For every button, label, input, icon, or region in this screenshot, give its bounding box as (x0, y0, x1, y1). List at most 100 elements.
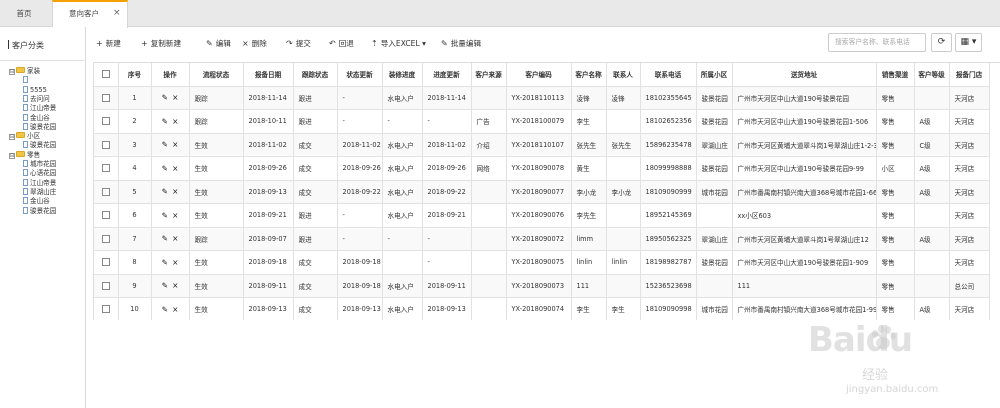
table-row[interactable]: 1 ✎ × 跟踪 2018-11-14 跟进 - 水电入户 2018-11-14 YX-2018… (94, 86, 990, 110)
column-header[interactable]: 流程状态 (189, 63, 244, 87)
columns-toggle-button[interactable]: ▦ ▾ (955, 33, 982, 52)
column-header[interactable]: 报备门店 (949, 63, 990, 87)
batch-edit-button[interactable]: ✎ 批量编辑 (441, 36, 481, 52)
tree-label: 骏景花园 (30, 122, 57, 131)
import-excel-button[interactable]: ⇡ 导入EXCEL ▾ (371, 36, 426, 52)
row-checkbox-cell[interactable] (94, 156, 119, 181)
row-checkbox[interactable] (101, 281, 110, 290)
submit-button[interactable]: ↷ 提交 (286, 36, 311, 52)
collapse-toggle-icon[interactable]: ⊟ (9, 69, 15, 75)
close-icon[interactable]: × (113, 0, 121, 27)
column-header[interactable]: 进度更新 (422, 63, 472, 87)
search-input[interactable]: 搜索客户名称、联系电话 (828, 33, 926, 52)
copy-new-button[interactable]: + 复制新建 (141, 36, 181, 52)
tree-folder[interactable]: ⊟ 家装 (9, 67, 40, 76)
row-checkbox-cell[interactable] (94, 297, 119, 320)
column-header[interactable]: 联系人 (606, 63, 641, 87)
delete-icon[interactable]: × (172, 258, 178, 267)
delete-icon[interactable]: × (172, 117, 178, 126)
tree-leaf[interactable]: 心语花园 (23, 169, 56, 178)
column-header[interactable]: 序号 (118, 63, 152, 87)
column-header[interactable]: 客户来源 (471, 63, 507, 87)
table-row[interactable]: 7 ✎ × 跟踪 2018-09-07 跟进 - - - YX-2018090072 limm 18… (94, 227, 990, 251)
rollback-button[interactable]: ↶ 回退 (329, 36, 354, 52)
row-checkbox[interactable] (101, 258, 110, 267)
column-header[interactable]: 客户编码 (506, 63, 572, 87)
delete-icon[interactable]: × (172, 140, 178, 149)
row-checkbox[interactable] (101, 93, 110, 102)
row-checkbox-cell[interactable] (94, 274, 119, 298)
tree-leaf[interactable]: 骏景花园 (23, 122, 57, 132)
collapse-toggle-icon[interactable]: ⊟ (9, 134, 15, 141)
row-checkbox[interactable] (101, 187, 110, 196)
row-checkbox[interactable] (101, 305, 110, 314)
table-row[interactable]: 2 ✎ × 跟踪 2018-10-11 跟进 - - - 广告 YX-2018100079 李生 18… (94, 109, 990, 134)
delete-button[interactable]: × 删除 (242, 36, 267, 52)
row-checkbox-cell[interactable] (94, 227, 119, 251)
delete-icon[interactable]: × (172, 305, 178, 314)
row-actions: ✎ × (151, 156, 190, 181)
row-checkbox[interactable] (101, 117, 110, 126)
delete-icon[interactable]: × (172, 164, 178, 173)
delete-icon[interactable]: × (172, 281, 178, 290)
column-header[interactable]: 装修进度 (382, 63, 423, 87)
row-checkbox-cell[interactable] (94, 180, 119, 204)
table-row[interactable]: 6 ✎ × 生效 2018-09-21 跟进 - 水电入户 2018-09-21 YX-2018… (94, 203, 990, 228)
tree-leaf[interactable]: 城市花园 (23, 160, 56, 169)
row-checkbox[interactable] (101, 234, 110, 243)
row-checkbox-cell[interactable] (94, 86, 119, 110)
table-row[interactable]: 4 ✎ × 生效 2018-09-26 成交 2018-09-26 水电入户 2018-09-… (94, 156, 990, 181)
tree-folder[interactable]: ⊟ 小区 (9, 132, 40, 141)
select-all-checkbox[interactable] (101, 70, 110, 79)
collapse-toggle-icon[interactable]: ⊟ (9, 152, 15, 159)
tree-leaf[interactable]: 骏景花园 (23, 141, 56, 150)
new-button[interactable]: + 新建 (96, 36, 121, 52)
row-checkbox-cell[interactable] (94, 109, 119, 134)
row-checkbox-cell[interactable] (94, 203, 119, 228)
tree-leaf[interactable]: 江山帝景 (23, 104, 56, 113)
delete-icon[interactable]: × (172, 211, 178, 220)
tree-leaf[interactable]: 5555 (23, 85, 47, 95)
tree-leaf[interactable]: 金山谷 (23, 197, 50, 206)
table-row[interactable]: 9 ✎ × 生效 2018-09-11 成交 2018-09-18 水电入户 2018-09-… (94, 274, 990, 298)
table-row[interactable]: 5 ✎ × 生效 2018-09-13 成交 2018-09-22 水电入户 2018-09-… (94, 180, 990, 204)
table-row[interactable]: 8 ✎ × 生效 2018-09-18 成交 2018-09-18- YX-20180900… (94, 250, 990, 275)
row-checkbox[interactable] (101, 211, 110, 220)
select-all-checkbox-cell[interactable] (94, 63, 119, 87)
column-header[interactable]: 客户名称 (571, 63, 607, 87)
tree-folder[interactable]: ⊟ 零售 (9, 150, 40, 160)
tree-leaf[interactable]: 去问问 (23, 94, 50, 104)
tree-leaf[interactable]: 金山谷 (23, 113, 50, 123)
delete-icon[interactable]: × (172, 234, 178, 243)
table-cell: limm (571, 227, 607, 251)
tab-home[interactable]: 首页 (0, 0, 48, 27)
column-header[interactable]: 所属小区 (696, 63, 733, 87)
tree-leaf[interactable] (23, 76, 30, 85)
tree-leaf[interactable]: 江山帝景 (23, 178, 56, 188)
row-checkbox-cell[interactable] (94, 250, 119, 275)
table-row[interactable]: 10 ✎ × 生效 2018-09-13 成交 2018-09-13 水电入户 2018-09… (94, 297, 990, 320)
column-header[interactable]: 送货地址 (732, 63, 877, 87)
row-checkbox[interactable] (101, 140, 110, 149)
column-header[interactable]: 操作 (151, 63, 190, 87)
column-header[interactable]: 跟踪状态 (293, 63, 338, 87)
tree-leaf[interactable]: 骏景花园 (23, 206, 56, 216)
table-cell: - (422, 250, 472, 275)
tab-intent-customers[interactable]: 意向客户 × (52, 0, 128, 28)
table-cell (471, 180, 507, 204)
tree-leaf[interactable]: 翠湖山庄 (23, 187, 56, 197)
edit-button[interactable]: ✎ 编辑 (206, 36, 231, 52)
row-checkbox[interactable] (101, 164, 110, 173)
column-header[interactable]: 客户等级 (914, 63, 950, 87)
refresh-icon[interactable]: ⟳ (931, 33, 952, 52)
delete-icon[interactable]: × (172, 93, 178, 102)
column-header[interactable]: 联系电话 (640, 63, 697, 87)
column-header[interactable]: 状态更新 (337, 63, 383, 87)
table-cell: 广州市天河区黄埔大道翠斗岗1号翠湖山庄1-2-302 (732, 133, 877, 157)
delete-icon[interactable]: × (172, 187, 178, 196)
row-checkbox-cell[interactable] (94, 133, 119, 157)
column-header[interactable]: 销售渠道 (876, 63, 915, 87)
column-header[interactable]: 报备日期 (243, 63, 294, 87)
paw-icon (872, 325, 896, 349)
table-row[interactable]: 3 ✎ × 生效 2018-11-02 成交 2018-11-02 水电入户 2018-11-… (94, 133, 990, 157)
